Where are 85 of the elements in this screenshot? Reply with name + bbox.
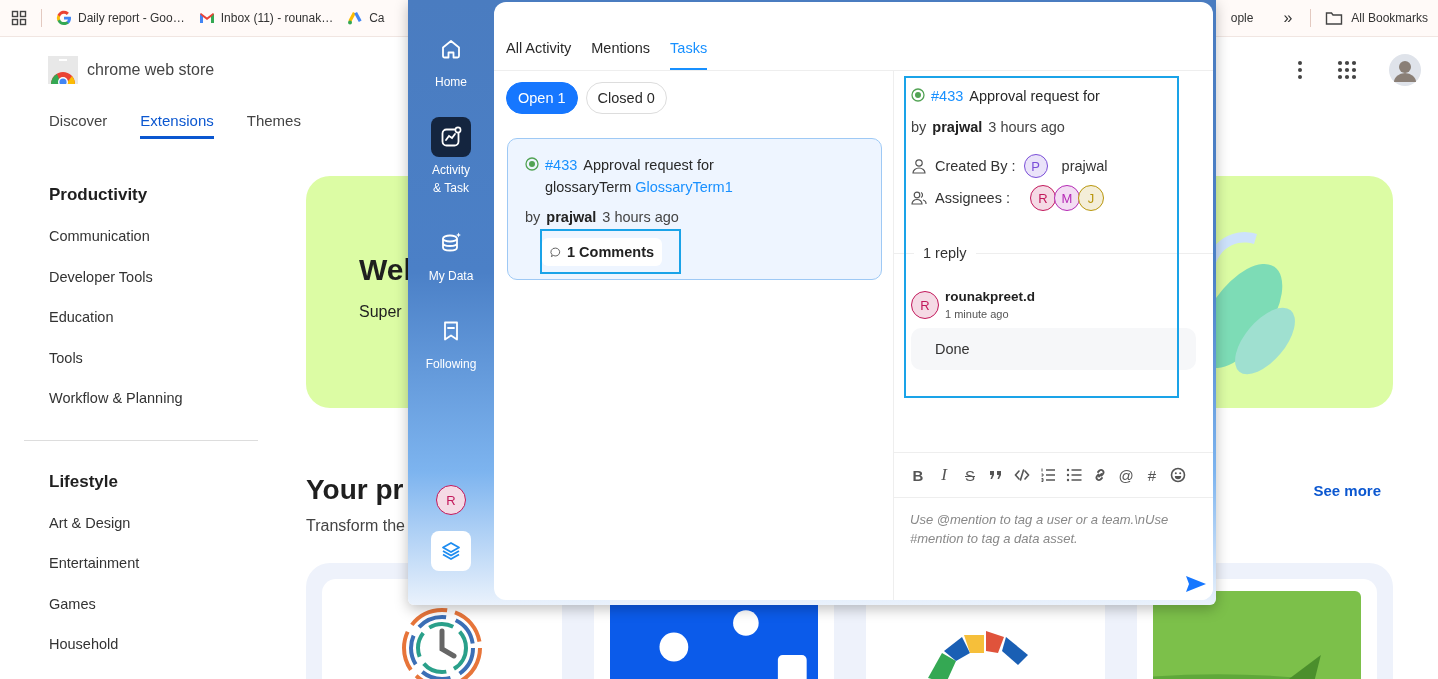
folder-icon bbox=[1325, 10, 1344, 26]
more-bookmarks-button[interactable]: » bbox=[1283, 9, 1293, 27]
category-heading: Productivity bbox=[49, 184, 149, 206]
avatar: R bbox=[1029, 185, 1056, 211]
bold-button[interactable]: B bbox=[910, 466, 926, 484]
nav-tab[interactable]: Discover bbox=[49, 103, 108, 139]
bookmark-link[interactable]: Ca bbox=[369, 11, 385, 25]
category-link[interactable]: Tools bbox=[49, 337, 83, 378]
strikethrough-button[interactable]: S bbox=[962, 466, 978, 484]
author-name: prajwal bbox=[546, 208, 597, 227]
profile-avatar[interactable] bbox=[1389, 54, 1421, 86]
comment-icon bbox=[550, 246, 561, 258]
layers-icon bbox=[440, 540, 462, 562]
entity-type: glossaryTerm bbox=[545, 178, 632, 197]
layers-button[interactable] bbox=[431, 531, 471, 571]
people-icon bbox=[911, 190, 927, 206]
send-icon[interactable] bbox=[1185, 575, 1207, 593]
favicon-icon bbox=[198, 10, 215, 26]
nav-tab[interactable]: Extensions bbox=[140, 103, 214, 139]
person-icon bbox=[911, 158, 927, 174]
section-subtitle: Transform the bbox=[306, 516, 405, 536]
mention-button[interactable]: @ bbox=[1118, 466, 1134, 484]
creator-name: prajwal bbox=[1061, 158, 1108, 174]
avatar: J bbox=[1077, 185, 1104, 211]
rail-button[interactable] bbox=[431, 117, 471, 157]
category-heading: Lifestyle bbox=[49, 470, 119, 493]
favicon-icon bbox=[56, 10, 72, 26]
category-link[interactable]: Art & Design bbox=[49, 502, 131, 543]
category-link[interactable]: Workflow & Planning bbox=[49, 378, 183, 419]
avatar: P bbox=[1023, 154, 1048, 178]
category-link[interactable]: Household bbox=[49, 624, 119, 665]
tab[interactable]: All Activity bbox=[506, 24, 572, 70]
tab[interactable]: Mentions bbox=[591, 24, 651, 70]
rail-label[interactable]: My Data bbox=[428, 267, 474, 285]
all-bookmarks-link[interactable]: All Bookmarks bbox=[1351, 11, 1428, 25]
reply-author: rounakpreet.d bbox=[945, 288, 1036, 306]
hero-subtitle: Super bbox=[359, 302, 402, 322]
created-by-label: Created By : bbox=[935, 158, 1016, 174]
status-icon bbox=[911, 88, 925, 102]
category-link[interactable]: Developer Tools bbox=[49, 256, 153, 297]
home-icon bbox=[439, 37, 463, 61]
emoji-icon[interactable] bbox=[1170, 467, 1186, 483]
category-link[interactable]: Entertainment bbox=[49, 543, 140, 584]
category-link[interactable]: Education bbox=[49, 297, 114, 338]
timestamp: 3 hours ago bbox=[602, 208, 679, 227]
avatar: R bbox=[911, 291, 939, 319]
task-title: Approval request for bbox=[583, 156, 714, 175]
code-icon[interactable] bbox=[1014, 467, 1030, 483]
bookmark-link[interactable]: Daily report - Goo… bbox=[78, 11, 185, 25]
hashtag-button[interactable]: # bbox=[1144, 466, 1160, 484]
favicon-icon bbox=[347, 10, 364, 26]
italic-button[interactable]: I bbox=[936, 465, 952, 485]
reply-count: 1 reply bbox=[922, 244, 968, 263]
comments-button[interactable]: 1 Comments bbox=[542, 238, 663, 266]
nav-tab[interactable]: Themes bbox=[246, 103, 301, 139]
bookmark-link[interactable]: ople bbox=[1230, 11, 1254, 25]
assignees-label: Assignees : bbox=[935, 190, 1010, 206]
filter-pill[interactable]: Open 1 bbox=[506, 82, 578, 114]
filter-pill[interactable]: Closed 0 bbox=[585, 82, 667, 114]
bullet-list-icon[interactable] bbox=[1066, 467, 1082, 483]
store-logo bbox=[48, 56, 78, 84]
user-avatar: R bbox=[436, 485, 466, 515]
author-name: prajwal bbox=[932, 118, 983, 137]
category-link[interactable]: Communication bbox=[49, 216, 150, 257]
numbered-list-icon[interactable] bbox=[1040, 467, 1056, 483]
category-link[interactable]: Games bbox=[49, 583, 96, 624]
apps-icon[interactable] bbox=[11, 10, 27, 26]
apps-icon[interactable] bbox=[1337, 60, 1357, 80]
reply-time: 1 minute ago bbox=[945, 307, 1010, 322]
task-card[interactable]: #433 Approval request for glossaryTerm GlossaryTerm1 by prajwal 3 hours ago 1 Comments bbox=[507, 138, 882, 280]
status-icon bbox=[525, 157, 539, 171]
by-label: by bbox=[911, 118, 927, 137]
task-title: Approval request for bbox=[969, 87, 1100, 106]
see-more-link[interactable]: See more bbox=[1313, 481, 1381, 499]
rail-label[interactable]: Activity & Task bbox=[421, 161, 481, 197]
reply-message: Done bbox=[911, 328, 1196, 370]
rail-label[interactable]: Home bbox=[435, 73, 467, 91]
timestamp: 3 hours ago bbox=[988, 118, 1065, 137]
by-label: by bbox=[525, 208, 541, 227]
chart-icon bbox=[439, 125, 463, 149]
section-title: Your pr bbox=[306, 473, 404, 507]
more-icon[interactable] bbox=[1297, 60, 1303, 80]
bookmark-link[interactable]: Inbox (11) - rounak… bbox=[220, 11, 334, 25]
avatar: M bbox=[1053, 185, 1080, 211]
store-title: chrome web store bbox=[87, 61, 215, 79]
